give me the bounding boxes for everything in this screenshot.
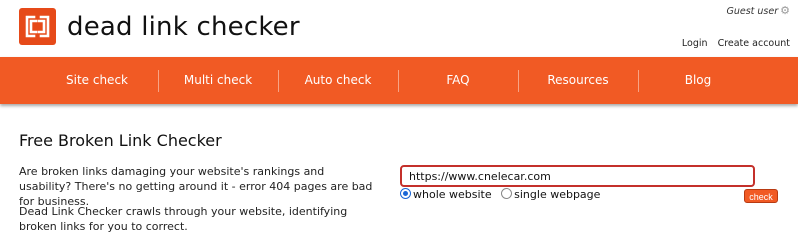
nav-item-resources[interactable]: Resources	[518, 57, 638, 104]
nav-item-multi-check[interactable]: Multi check	[158, 57, 278, 104]
gear-icon[interactable]: ⚙	[780, 4, 790, 17]
main-nav: Site check Multi check Auto check FAQ Re…	[0, 57, 798, 104]
url-input[interactable]	[400, 165, 755, 187]
single-webpage-option[interactable]: single webpage	[501, 188, 600, 202]
nav-item-blog[interactable]: Blog	[638, 57, 758, 104]
whole-website-radio[interactable]	[400, 188, 411, 199]
whole-website-label: whole website	[413, 188, 492, 201]
page-title: Free Broken Link Checker	[19, 131, 222, 150]
login-link[interactable]: Login	[682, 38, 708, 49]
create-account-link[interactable]: Create account	[718, 38, 790, 49]
dlc-logo-icon	[25, 15, 50, 38]
intro-paragraph: Are broken links damaging your website's…	[19, 165, 373, 208]
guest-user-label: Guest user	[726, 6, 779, 17]
guest-user[interactable]: Guest user ⚙	[726, 4, 790, 17]
account-links: Login Create account	[675, 38, 790, 49]
description-paragraph: Dead Link Checker crawls through your we…	[19, 205, 348, 233]
scope-options: whole website single webpage	[400, 188, 606, 202]
brand-name[interactable]: dead link checker	[67, 8, 300, 46]
nav-item-site-check[interactable]: Site check	[18, 57, 176, 104]
whole-website-option[interactable]: whole website	[400, 188, 492, 202]
nav-item-auto-check[interactable]: Auto check	[278, 57, 398, 104]
nav-item-faq[interactable]: FAQ	[398, 57, 518, 104]
check-button[interactable]: check	[744, 189, 778, 203]
single-webpage-radio[interactable]	[501, 188, 513, 199]
logo-icon[interactable]	[19, 8, 56, 45]
single-webpage-label: single webpage	[514, 188, 601, 201]
